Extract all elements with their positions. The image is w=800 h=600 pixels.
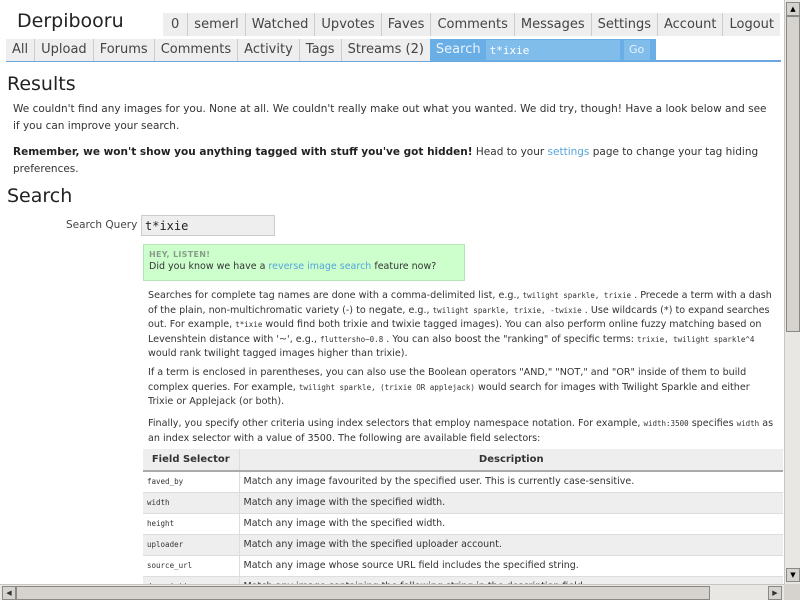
code-example: twilight sparkle, trixie <box>522 291 632 300</box>
reminder-text: Head to your <box>472 146 548 158</box>
field-description: Match any image containing the following… <box>239 576 783 584</box>
help-text: would rank twilight tagged images higher… <box>148 348 408 359</box>
field-description: Match any image whose source URL field i… <box>239 555 783 577</box>
scroll-right-arrow-icon[interactable]: ▶ <box>768 586 782 600</box>
user-nav-logout[interactable]: Logout <box>722 13 780 36</box>
hidden-tags-reminder: Remember, we won't show you anything tag… <box>13 144 773 178</box>
settings-link[interactable]: settings <box>548 146 590 158</box>
help-text: Searches for complete tag names are done… <box>148 290 520 301</box>
table-row: faved_by Match any image favourited by th… <box>143 471 783 493</box>
user-nav-username[interactable]: semerl <box>187 13 244 36</box>
field-name: height <box>147 519 175 528</box>
table-row: descriptionMatch any image containing th… <box>143 576 783 584</box>
scroll-left-arrow-icon[interactable]: ◀ <box>2 586 16 600</box>
site-logo[interactable]: Derpibooru <box>17 10 124 32</box>
scroll-down-arrow-icon[interactable]: ▼ <box>786 568 800 582</box>
vertical-scrollbar[interactable]: ▲ ▼ <box>784 0 800 584</box>
reverse-search-notice: HEY, LISTEN! Did you know we have a reve… <box>143 244 465 281</box>
search-query-input[interactable] <box>141 215 275 236</box>
field-description: Match any image with the specified uploa… <box>239 534 783 556</box>
user-nav-faves[interactable]: Faves <box>380 13 431 36</box>
notice-heading: HEY, LISTEN! <box>149 250 211 259</box>
user-nav-watched[interactable]: Watched <box>244 13 315 36</box>
notice-text: Did you know we have a reverse image sea… <box>149 261 459 272</box>
nav-tags[interactable]: Tags <box>298 39 341 61</box>
main-nav: All Upload Forums Comments Activity Tags… <box>6 39 781 62</box>
search-query-label: Search Query <box>66 219 138 231</box>
table-header-row: Field Selector Description <box>143 449 783 472</box>
user-nav-messages[interactable]: Messages <box>513 13 591 36</box>
header-search-go-button[interactable]: Go <box>623 40 650 60</box>
table-row: width Match any image with the specified … <box>143 492 783 514</box>
notification-count[interactable]: 0 <box>163 13 187 36</box>
help-text: Finally, you specify other criteria usin… <box>148 418 641 429</box>
help-text: . You can also boost the "ranking" of sp… <box>386 333 634 345</box>
nav-comments[interactable]: Comments <box>153 39 238 61</box>
field-name: uploader <box>147 540 184 549</box>
table-row: height Match any image with the specified… <box>143 513 783 535</box>
user-nav: 0 semerl Watched Upvotes Faves Comments … <box>163 13 780 36</box>
no-results-message: We couldn't find any images for you. Non… <box>13 103 767 132</box>
field-name: source_url <box>147 561 193 570</box>
help-paragraph-tags: Searches for complete tag names are done… <box>148 289 778 362</box>
code-example: trixie, twilight sparkle^4 <box>637 334 755 344</box>
field-description: Match any image with the specified width… <box>239 492 783 514</box>
user-nav-settings[interactable]: Settings <box>590 13 657 36</box>
nav-all[interactable]: All <box>6 39 35 61</box>
header-search-input[interactable] <box>485 40 620 60</box>
code-example: fluttersho~0.8 <box>320 334 384 344</box>
reminder-bold: Remember, we won't show you anything tag… <box>13 146 473 158</box>
user-nav-comments[interactable]: Comments <box>430 13 513 36</box>
table-row: source_url Match any image whose source U… <box>143 555 783 577</box>
results-heading: Results <box>7 73 76 95</box>
field-description: Match any image favourited by the specif… <box>239 471 783 493</box>
help-text: specifies <box>691 418 734 429</box>
nav-upload[interactable]: Upload <box>34 39 93 61</box>
help-paragraph-boolean: If a term is enclosed in parentheses, yo… <box>148 366 778 410</box>
code-example: twilight sparkle, (trixie OR applejack) <box>298 382 475 392</box>
help-paragraph-selectors: Finally, you specify other criteria usin… <box>148 417 778 446</box>
field-name: width <box>147 498 170 507</box>
notice-pre: Did you know we have a <box>149 261 269 272</box>
field-name: faved_by <box>147 477 184 487</box>
code-example: width:3500 <box>643 419 689 428</box>
header-search-label: Search <box>435 42 481 57</box>
reverse-image-search-link[interactable]: reverse image search <box>268 261 371 272</box>
column-header-field: Field Selector <box>143 449 240 472</box>
scroll-up-arrow-icon[interactable]: ▲ <box>786 2 800 16</box>
site-header: Derpibooru 0 semerl Watched Upvotes Fave… <box>0 0 784 62</box>
user-nav-account[interactable]: Account <box>656 13 723 36</box>
page-viewport: Derpibooru 0 semerl Watched Upvotes Fave… <box>0 0 784 584</box>
field-description: Match any image with the specified width… <box>239 513 783 535</box>
vertical-scroll-thumb[interactable] <box>786 16 800 332</box>
table-row: uploader Match any image with the specifi… <box>143 534 783 556</box>
field-selector-table: Field Selector Description faved_by Match… <box>143 449 783 584</box>
code-example: t*ixie <box>235 320 263 329</box>
column-header-description: Description <box>239 449 783 472</box>
code-example: width <box>736 419 760 428</box>
nav-streams[interactable]: Streams (2) <box>340 39 430 61</box>
nav-activity[interactable]: Activity <box>237 39 299 61</box>
horizontal-scroll-thumb[interactable] <box>16 586 710 600</box>
header-search: Search Go <box>429 39 656 61</box>
user-nav-upvotes[interactable]: Upvotes <box>314 13 380 36</box>
notice-post: feature now? <box>371 261 437 272</box>
horizontal-scrollbar[interactable]: ◀ ▶ <box>0 584 784 600</box>
code-example: twilight sparkle, trixie, -twixie <box>432 305 582 315</box>
search-heading: Search <box>7 185 73 207</box>
scrollbar-corner <box>784 584 800 600</box>
nav-forums[interactable]: Forums <box>92 39 154 61</box>
